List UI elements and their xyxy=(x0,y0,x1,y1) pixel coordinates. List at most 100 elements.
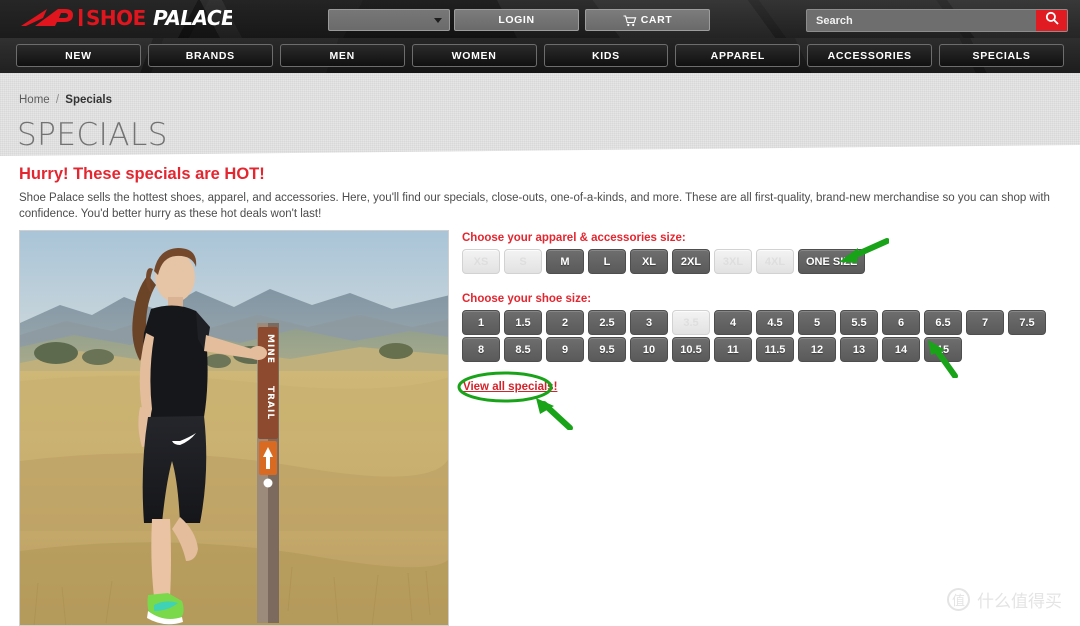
shoe-size-group-row1: 1 1.5 2 2.5 3 3.5 4 4.5 5 5.5 6 6.5 7 7.… xyxy=(462,310,1046,335)
page-root: SHOE PALACE LOGIN CART Search NEW BRANDS… xyxy=(0,0,1080,626)
shoe-size-12[interactable]: 12 xyxy=(798,337,836,362)
svg-text:MINE: MINE xyxy=(265,334,275,364)
shoe-size-4-5[interactable]: 4.5 xyxy=(756,310,794,335)
login-button-label: LOGIN xyxy=(498,14,535,26)
shoe-size-8-5[interactable]: 8.5 xyxy=(504,337,542,362)
shoe-size-5-5[interactable]: 5.5 xyxy=(840,310,878,335)
specials-intro-text: Shoe Palace sells the hottest shoes, app… xyxy=(19,192,1050,220)
shoe-size-1-5[interactable]: 1.5 xyxy=(504,310,542,335)
size-label: 4.5 xyxy=(767,316,783,329)
nav-item-accessories[interactable]: ACCESSORIES xyxy=(807,44,933,67)
apparel-size-group: XS S M L XL 2XL 3XL 4XL ONE SIZE xyxy=(462,249,866,274)
apparel-size-xl[interactable]: XL xyxy=(630,249,668,274)
nav-label: WOMEN xyxy=(451,49,497,62)
cart-button-label: CART xyxy=(640,14,673,26)
nav-item-apparel[interactable]: APPAREL xyxy=(675,44,801,67)
svg-text:SHOE: SHOE xyxy=(86,6,146,30)
main-nav: NEW BRANDS MEN WOMEN KIDS APPAREL ACCESS… xyxy=(0,38,1080,73)
size-label: 14 xyxy=(894,343,908,356)
specials-headline: Hurry! These specials are HOT! xyxy=(19,165,265,183)
apparel-size-2xl[interactable]: 2XL xyxy=(672,249,710,274)
size-label: 13 xyxy=(852,343,866,356)
nav-label: APPAREL xyxy=(710,49,765,62)
size-label: 4XL xyxy=(764,255,786,268)
nav-label: SPECIALS xyxy=(972,49,1031,62)
size-label: M xyxy=(560,255,570,268)
breadcrumb-separator: / xyxy=(55,94,60,106)
category-select[interactable] xyxy=(328,9,450,31)
shoe-size-9-5[interactable]: 9.5 xyxy=(588,337,626,362)
size-label: 3.5 xyxy=(683,316,699,329)
view-all-specials-link[interactable]: View all specials! xyxy=(463,381,557,393)
nav-item-men[interactable]: MEN xyxy=(279,44,405,67)
watermark: 值 什么值得买 xyxy=(947,587,1062,612)
hero-image: MINE TRAIL xyxy=(19,230,449,626)
shoe-size-8[interactable]: 8 xyxy=(462,337,500,362)
breadcrumb-current: Specials xyxy=(65,94,112,106)
apparel-size-s[interactable]: S xyxy=(504,249,542,274)
shoe-size-7[interactable]: 7 xyxy=(966,310,1004,335)
size-label: 9.5 xyxy=(599,343,615,356)
shoe-size-2-5[interactable]: 2.5 xyxy=(588,310,626,335)
shoe-size-9[interactable]: 9 xyxy=(546,337,584,362)
size-label: 6 xyxy=(897,316,905,329)
shoe-size-1[interactable]: 1 xyxy=(462,310,500,335)
shoe-size-11-5[interactable]: 11.5 xyxy=(756,337,794,362)
shoe-size-group-row2: 8 8.5 9 9.5 10 10.5 11 11.5 12 13 14 15 xyxy=(462,337,962,362)
shoe-size-5[interactable]: 5 xyxy=(798,310,836,335)
shoe-size-6[interactable]: 6 xyxy=(882,310,920,335)
size-label: XL xyxy=(641,255,657,268)
shoe-size-6-5[interactable]: 6.5 xyxy=(924,310,962,335)
size-label: 6.5 xyxy=(935,316,951,329)
shoe-size-4[interactable]: 4 xyxy=(714,310,752,335)
breadcrumb: Home / Specials xyxy=(19,94,112,106)
search-submit-button[interactable] xyxy=(1036,10,1067,31)
apparel-size-one-size[interactable]: ONE SIZE xyxy=(798,249,866,274)
shoe-size-15[interactable]: 15 xyxy=(924,337,962,362)
size-label: 9 xyxy=(561,343,569,356)
apparel-size-xs[interactable]: XS xyxy=(462,249,500,274)
shoe-size-3[interactable]: 3 xyxy=(630,310,668,335)
shoe-size-11[interactable]: 11 xyxy=(714,337,752,362)
apparel-size-l[interactable]: L xyxy=(588,249,626,274)
shoe-size-3-5[interactable]: 3.5 xyxy=(672,310,710,335)
shoe-size-10-5[interactable]: 10.5 xyxy=(672,337,710,362)
size-label: 2 xyxy=(561,316,569,329)
shoe-size-label: Choose your shoe size: xyxy=(462,293,592,305)
shoe-size-13[interactable]: 13 xyxy=(840,337,878,362)
nav-item-women[interactable]: WOMEN xyxy=(411,44,537,67)
shoe-size-2[interactable]: 2 xyxy=(546,310,584,335)
annotation-arrow-view-all xyxy=(530,396,574,435)
apparel-size-m[interactable]: M xyxy=(546,249,584,274)
nav-label: MEN xyxy=(329,49,355,62)
nav-label: ACCESSORIES xyxy=(827,49,912,62)
size-label: L xyxy=(603,255,611,268)
nav-label: KIDS xyxy=(591,49,620,62)
size-label: 11.5 xyxy=(764,343,786,356)
size-label: 1.5 xyxy=(515,316,531,329)
search-input[interactable] xyxy=(807,10,1036,31)
site-logo[interactable]: SHOE PALACE xyxy=(17,5,232,33)
nav-item-brands[interactable]: BRANDS xyxy=(147,44,273,67)
size-label: ONE SIZE xyxy=(806,255,858,268)
search-box[interactable] xyxy=(806,9,1068,32)
shopping-cart-icon xyxy=(623,14,637,26)
shoe-size-14[interactable]: 14 xyxy=(882,337,920,362)
size-label: 4 xyxy=(729,316,737,329)
apparel-size-3xl[interactable]: 3XL xyxy=(714,249,752,274)
svg-text:TRAIL: TRAIL xyxy=(265,386,275,420)
size-label: 8.5 xyxy=(515,343,531,356)
cart-button[interactable]: CART xyxy=(585,9,710,31)
nav-item-kids[interactable]: KIDS xyxy=(543,44,669,67)
shoe-size-7-5[interactable]: 7.5 xyxy=(1008,310,1046,335)
size-label: 10 xyxy=(642,343,656,356)
breadcrumb-home[interactable]: Home xyxy=(19,94,50,106)
apparel-size-4xl[interactable]: 4XL xyxy=(756,249,794,274)
login-button[interactable]: LOGIN xyxy=(454,9,579,31)
shoe-size-10[interactable]: 10 xyxy=(630,337,668,362)
site-header: SHOE PALACE LOGIN CART xyxy=(0,0,1080,38)
size-label: 7 xyxy=(981,316,989,329)
nav-item-specials[interactable]: SPECIALS xyxy=(939,44,1064,67)
apparel-size-label: Choose your apparel & accessories size: xyxy=(462,232,686,244)
nav-item-new[interactable]: NEW xyxy=(16,44,141,67)
